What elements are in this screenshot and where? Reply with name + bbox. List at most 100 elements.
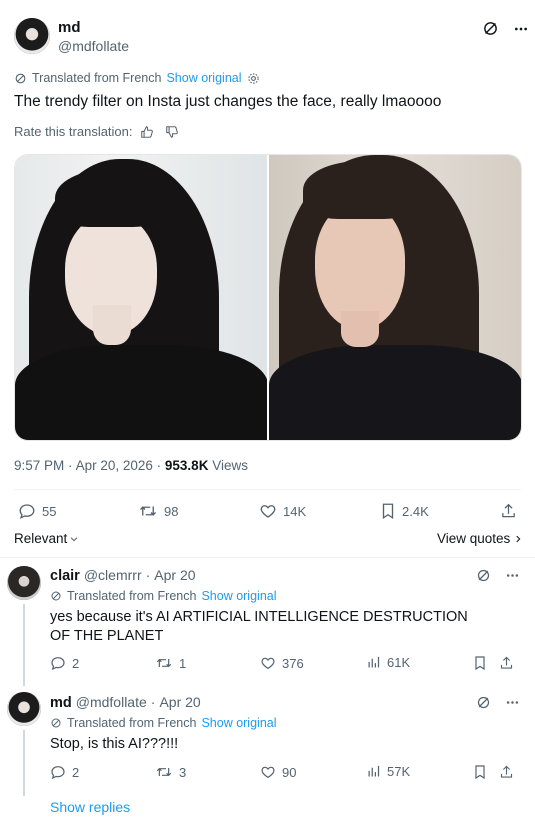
tweet-date[interactable]: Apr 20, 2026 (76, 458, 153, 473)
share-icon (499, 655, 514, 671)
divider (0, 557, 535, 558)
like-count: 90 (282, 764, 297, 780)
chevron-right-icon (513, 534, 523, 544)
grok-icon[interactable] (482, 20, 499, 37)
reply-author-handle[interactable]: @clemrrr (84, 567, 142, 583)
tweet-text: The trendy filter on Insta just changes … (14, 93, 442, 110)
analytics-icon (366, 764, 381, 779)
chevron-down-icon (69, 534, 79, 544)
repost-icon (155, 655, 173, 671)
heart-icon (260, 655, 276, 671)
photo-after-filter[interactable] (269, 155, 521, 440)
thread-line (23, 730, 25, 796)
views-button[interactable]: 57K (366, 764, 410, 779)
like-button[interactable]: 90 (260, 764, 296, 780)
author-handle[interactable]: @mdfollate (58, 38, 129, 54)
like-count: 376 (282, 655, 304, 671)
repost-count: 98 (164, 503, 179, 519)
tweet-time[interactable]: 9:57 PM (14, 458, 64, 473)
translate-icon (14, 72, 27, 85)
grok-icon[interactable] (476, 568, 491, 583)
thumbs-down-icon[interactable] (165, 125, 179, 139)
share-button[interactable] (499, 764, 514, 780)
heart-icon (260, 764, 276, 780)
views-button[interactable]: 61K (366, 655, 410, 670)
reply-header: md @mdfollate · Apr 20 (50, 694, 201, 711)
reply-button[interactable]: 2 (50, 764, 79, 780)
views-label: Views (212, 458, 248, 473)
repost-count: 1 (179, 655, 187, 671)
more-icon[interactable] (505, 568, 520, 583)
like-button[interactable]: 14K (259, 502, 306, 520)
reply-separator: · (150, 694, 156, 710)
translate-icon (50, 590, 62, 602)
rate-translation: Rate this translation: (14, 124, 179, 139)
reply-translation-info: Translated from French Show original (50, 589, 277, 603)
author-avatar[interactable] (14, 18, 50, 54)
repost-icon (155, 764, 173, 780)
bookmark-icon (380, 502, 396, 520)
repost-icon (138, 502, 158, 520)
meta-separator: · (156, 458, 162, 473)
more-icon[interactable] (505, 695, 520, 710)
divider (14, 489, 521, 490)
tweet-meta: 9:57 PM · Apr 20, 2026 · 953.8K Views (14, 458, 248, 473)
sort-relevant-label: Relevant (14, 531, 68, 546)
heart-icon (259, 502, 277, 520)
like-count: 14K (283, 503, 307, 519)
bookmark-icon (473, 764, 487, 780)
analytics-icon (366, 655, 381, 670)
reply-count: 2 (72, 655, 80, 671)
share-icon (499, 764, 514, 780)
reply-author-name[interactable]: clair (50, 568, 80, 584)
thread-line (23, 604, 25, 686)
share-button[interactable] (500, 502, 517, 520)
reply-header: clair @clemrrr · Apr 20 (50, 567, 196, 584)
thumbs-up-icon[interactable] (140, 125, 154, 139)
reply-icon (18, 502, 36, 520)
reply-count: 2 (72, 764, 80, 780)
reply-avatar[interactable] (7, 566, 41, 600)
show-original-link[interactable]: Show original (201, 589, 276, 603)
show-replies-link[interactable]: Show replies (50, 799, 130, 815)
grok-icon[interactable] (476, 695, 491, 710)
repost-button[interactable]: 98 (138, 502, 178, 520)
reply-icon (50, 764, 66, 780)
repost-button[interactable]: 3 (155, 764, 186, 780)
media-grid (14, 154, 522, 441)
like-button[interactable]: 376 (260, 655, 304, 671)
translation-info: Translated from French Show original (14, 71, 260, 85)
more-icon[interactable] (513, 21, 529, 37)
reply-button[interactable]: 55 (18, 502, 56, 520)
sort-relevant[interactable]: Relevant (14, 531, 79, 546)
share-button[interactable] (499, 655, 514, 671)
translation-settings-icon[interactable] (247, 72, 260, 85)
share-icon (500, 502, 517, 520)
show-original-link[interactable]: Show original (201, 716, 276, 730)
reply-text: yes because it's AI ARTIFICIAL INTELLIGE… (50, 609, 468, 644)
bookmark-icon (473, 655, 487, 671)
author-name[interactable]: md (58, 19, 81, 36)
reply-count: 55 (42, 503, 57, 519)
reply-author-handle[interactable]: @mdfollate (76, 694, 147, 710)
repost-button[interactable]: 1 (155, 655, 186, 671)
reply-date[interactable]: Apr 20 (154, 567, 195, 583)
reply-avatar[interactable] (7, 692, 41, 726)
bookmark-button[interactable] (473, 764, 487, 780)
reply-translation-info: Translated from French Show original (50, 716, 277, 730)
translate-icon (50, 717, 62, 729)
show-original-link[interactable]: Show original (166, 71, 241, 85)
view-quotes-link[interactable]: View quotes (437, 531, 523, 546)
rate-label: Rate this translation: (14, 124, 133, 139)
reply-date[interactable]: Apr 20 (159, 694, 200, 710)
translated-label: Translated from French (32, 71, 162, 85)
bookmark-button[interactable] (473, 655, 487, 671)
reply-separator: · (145, 567, 151, 583)
photo-before-filter[interactable] (15, 155, 267, 440)
bookmark-button[interactable]: 2.4K (380, 502, 429, 520)
views-count: 61K (387, 655, 411, 670)
reply-button[interactable]: 2 (50, 655, 79, 671)
reply-icon (50, 655, 66, 671)
reply-author-name[interactable]: md (50, 695, 72, 711)
view-quotes-label: View quotes (437, 531, 511, 546)
